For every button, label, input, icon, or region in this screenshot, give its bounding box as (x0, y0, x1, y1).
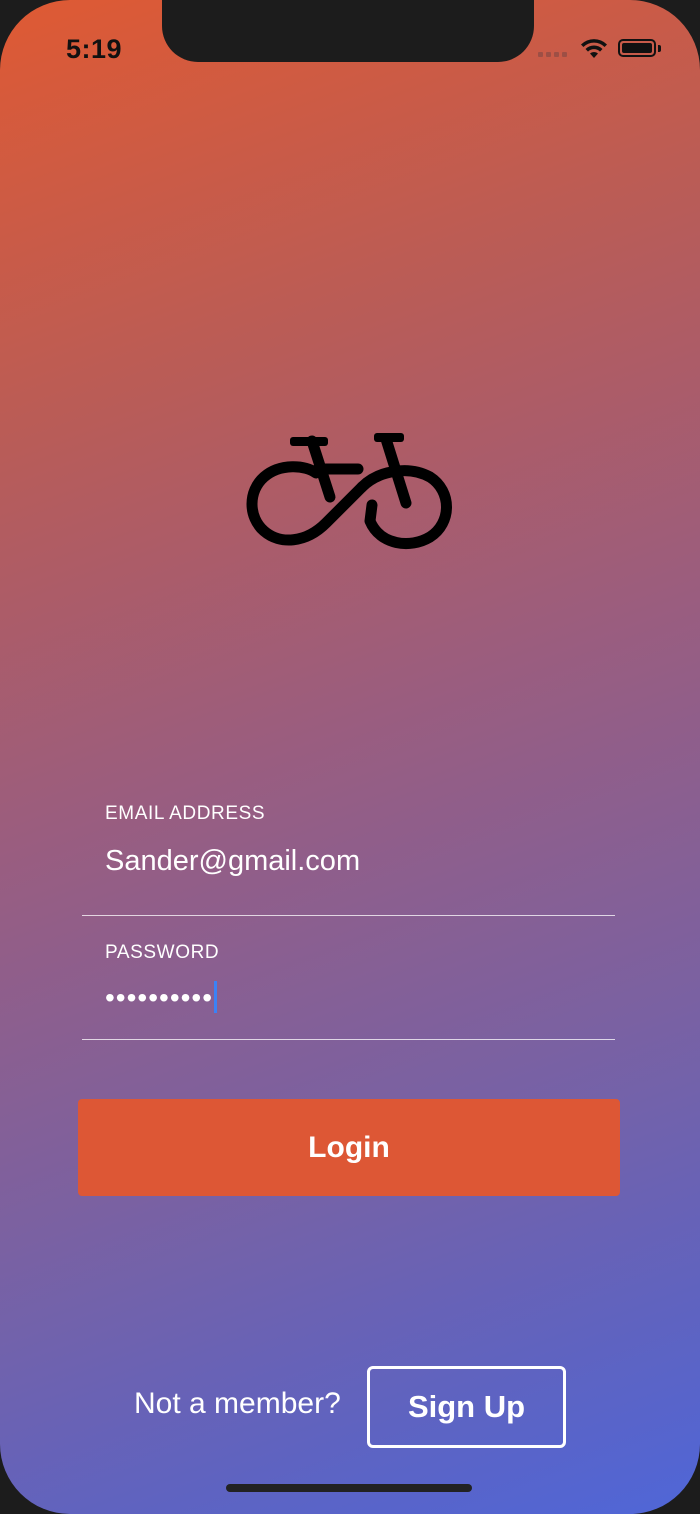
bicycle-icon (246, 433, 452, 550)
password-label: PASSWORD (105, 942, 220, 963)
text-caret (214, 980, 218, 1013)
email-input[interactable]: Sander@gmail.com (105, 845, 605, 878)
not-member-text: Not a member? (134, 1387, 341, 1420)
wifi-icon (581, 39, 607, 58)
signup-button[interactable]: Sign Up (367, 1366, 566, 1448)
login-button[interactable]: Login (78, 1099, 620, 1196)
status-icons (538, 36, 664, 64)
email-divider (82, 915, 615, 916)
status-time: 5:19 (66, 34, 123, 64)
cellular-signal-icon (538, 52, 570, 58)
password-input[interactable]: •••••••••• (105, 980, 605, 1016)
battery-icon (618, 39, 656, 57)
home-indicator[interactable] (226, 1484, 472, 1492)
password-divider (82, 1039, 615, 1040)
app-screen: 5:19 EMAIL ADDRESS Sander@gmail.com PASS… (0, 0, 700, 1514)
password-masked-value: •••••••••• (105, 982, 214, 1013)
battery-nub (658, 45, 661, 52)
email-label: EMAIL ADDRESS (105, 803, 266, 824)
device-notch (162, 0, 534, 62)
